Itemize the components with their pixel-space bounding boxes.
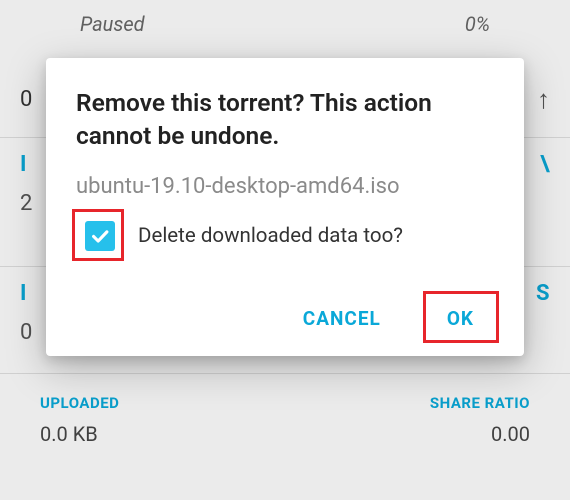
delete-data-checkbox[interactable] xyxy=(85,221,115,251)
delete-data-label: Delete downloaded data too? xyxy=(138,224,403,248)
remove-torrent-dialog: Remove this torrent? This action cannot … xyxy=(46,58,524,356)
cancel-button[interactable]: CANCEL xyxy=(285,295,399,342)
dialog-title: Remove this torrent? This action cannot … xyxy=(76,86,498,152)
dialog-actions: CANCEL OK xyxy=(76,295,498,342)
torrent-filename: ubuntu-19.10-desktop-amd64.iso xyxy=(76,174,498,199)
ok-button[interactable]: OK xyxy=(429,295,492,342)
check-icon xyxy=(89,225,111,247)
modal-overlay: Remove this torrent? This action cannot … xyxy=(0,0,570,500)
delete-data-row[interactable]: Delete downloaded data too? xyxy=(76,221,498,251)
